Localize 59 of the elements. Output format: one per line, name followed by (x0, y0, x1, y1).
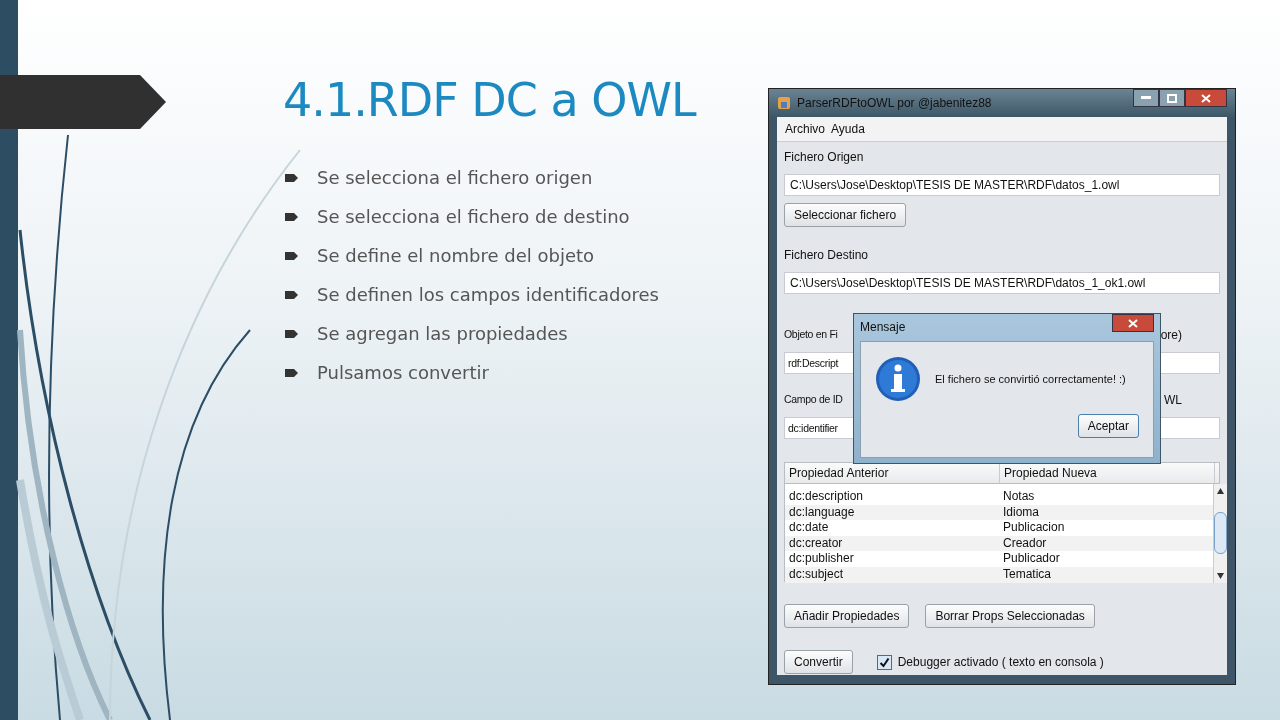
field-label: Fichero Destino (784, 248, 870, 264)
scrollbar[interactable] (1213, 484, 1227, 583)
table-cell-text: dc:description (788, 489, 865, 505)
checkbox-label: Debugger activado ( texto en consola ) (897, 655, 1104, 669)
arrow-bullet-icon (285, 328, 299, 339)
field-label: Objeto en Fi (784, 328, 838, 342)
maximize-icon (1167, 93, 1177, 103)
table-cell-text: dc:language (788, 504, 856, 521)
table-cell-text: Notas (1002, 489, 1036, 505)
arrow-bullet-icon (285, 250, 299, 261)
info-icon (875, 356, 921, 402)
close-button[interactable] (1185, 89, 1227, 107)
minimize-button[interactable] (1133, 89, 1159, 107)
field-label: Fichero Origen (784, 150, 865, 166)
table-cell-text: Tematica (1002, 566, 1053, 583)
checkbox[interactable] (876, 654, 892, 670)
slide-title: 4.1.RDF DC a OWL (283, 72, 698, 128)
table-cell-text: dc:publisher (788, 551, 855, 567)
accept-button[interactable]: Aceptar (1077, 414, 1139, 438)
table-cell-text: Publicacion (1002, 520, 1066, 536)
action-button[interactable]: Añadir Propiedades (784, 604, 910, 628)
menu-item[interactable]: Ayuda (831, 122, 865, 136)
table-cell-text: dc:subject (788, 566, 845, 583)
select-file-button[interactable]: Seleccionar fichero (784, 203, 907, 227)
arrow-bullet-icon (285, 289, 299, 300)
table-cell-text: Idioma (1002, 504, 1041, 521)
table-cell-text: dc:creator (788, 535, 844, 552)
action-button[interactable]: Borrar Props Seleccionadas (925, 604, 1095, 628)
scroll-down-icon (1217, 572, 1224, 579)
bullet-text: Se selecciona el fichero de destino (317, 206, 630, 227)
window-title: ParserRDFtoOWL por @jabenitez88 (797, 96, 993, 110)
field-label: Campo de ID (784, 393, 843, 407)
minimize-icon (1141, 96, 1151, 100)
bullet-text: Pulsamos convertir (317, 362, 489, 383)
bullet-text: Se selecciona el fichero origen (317, 167, 593, 188)
scroll-thumb[interactable] (1214, 512, 1227, 555)
java-app-icon (777, 96, 791, 110)
convert-button[interactable]: Convertir (784, 650, 853, 674)
field-label: ore) (1160, 328, 1182, 344)
bullet-text: Se define el nombre del objeto (317, 245, 595, 266)
table-cell-text: Creador (1002, 535, 1048, 552)
arrow-bullet-icon (285, 172, 299, 183)
close-icon (1201, 93, 1211, 103)
dialog-title: Mensaje (860, 320, 906, 334)
close-icon (1128, 318, 1138, 328)
maximize-button[interactable] (1159, 89, 1185, 107)
input-field[interactable]: C:\Users\Jose\Desktop\TESIS DE MASTER\RDF\datos_1_ok1.owl (784, 272, 1220, 294)
scroll-up-icon (1217, 488, 1224, 494)
bullet-text: Se definen los campos identificadores (317, 284, 659, 305)
arrow-bullet-icon (285, 211, 299, 222)
input-field[interactable]: C:\Users\Jose\Desktop\TESIS DE MASTER\RDF\datos_1.owl (784, 174, 1220, 196)
field-label: WL (1164, 393, 1182, 409)
dialog-message: El fichero se convirtió correctamente! :) (935, 373, 1126, 385)
close-button[interactable] (1112, 314, 1154, 332)
menu-item[interactable]: Archivo (785, 122, 825, 136)
table-cell-text: Publicador (1002, 551, 1061, 567)
table-cell-text: dc:date (788, 520, 830, 536)
arrow-bullet-icon (285, 367, 299, 378)
bullet-text: Se agregan las propiedades (317, 323, 568, 344)
